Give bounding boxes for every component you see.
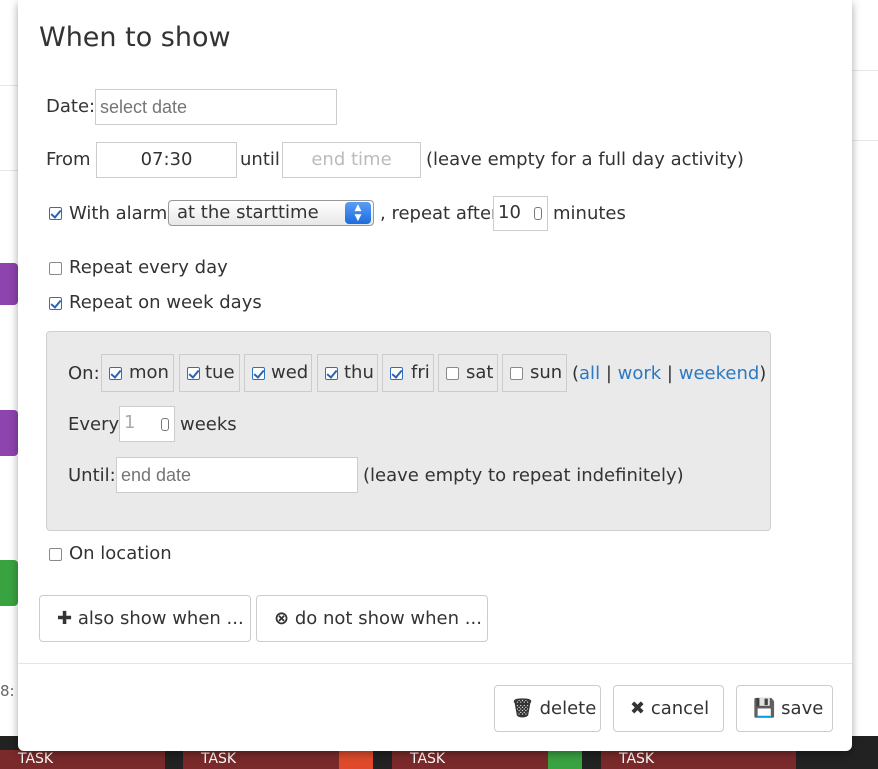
repeat-week-days-checkbox[interactable] [49, 297, 62, 310]
delete-label: delete [539, 698, 597, 719]
start-time-input[interactable]: 07:30 [96, 142, 237, 178]
background-task-bar: TASK [0, 750, 165, 769]
cancel-button[interactable]: ✖ cancel [613, 685, 724, 732]
alarm-checkbox[interactable] [49, 207, 62, 220]
day-checkbox[interactable] [252, 367, 265, 380]
when-to-show-dialog: When to show Date: From 07:30 until end … [18, 0, 852, 751]
do-not-show-when-button[interactable]: ⊗ do not show when ... [256, 595, 488, 642]
preset-weekend-link[interactable]: weekend [679, 363, 760, 384]
also-show-label: also show when ... [77, 608, 244, 629]
footer-divider [18, 663, 852, 664]
day-checkbox[interactable] [325, 367, 338, 380]
repeat-week-days-label: Repeat on week days [69, 292, 262, 313]
day-label: mon [129, 362, 169, 383]
close-icon: ✖ [630, 698, 646, 719]
times-circle-icon: ⊗ [274, 608, 290, 629]
day-toggle-sun[interactable]: sun [502, 354, 567, 392]
background-page-right [852, 0, 878, 769]
day-label: wed [271, 362, 309, 383]
paren: ) [759, 363, 767, 384]
floppy-disk-icon: 💾 [753, 698, 776, 719]
from-label: From [46, 149, 91, 170]
background-event-tab [0, 410, 18, 456]
every-weeks-input[interactable]: 1 [119, 406, 175, 442]
stepper-icon[interactable] [534, 207, 542, 220]
until-date-label: Until: [68, 465, 116, 486]
day-checkbox[interactable] [446, 367, 459, 380]
also-show-when-button[interactable]: ✚ also show when ... [39, 595, 251, 642]
do-not-show-label: do not show when ... [294, 608, 482, 629]
on-label: On: [68, 363, 100, 384]
dialog-title: When to show [39, 22, 231, 53]
end-time-input[interactable]: end time [282, 142, 421, 178]
stepper-icon[interactable] [161, 418, 169, 431]
background-time-fragment: 8: [0, 682, 15, 700]
day-toggle-tue[interactable]: tue [179, 354, 240, 392]
background-divider [0, 170, 18, 171]
full-day-hint: (leave empty for a full day activity) [426, 149, 744, 170]
every-label: Every [68, 414, 120, 435]
separator: | [605, 363, 612, 384]
weekday-repeat-panel: On: mon tue wed thu fri sat sun (all | w… [46, 331, 771, 531]
day-toggle-fri[interactable]: fri [382, 354, 434, 392]
until-label: until [240, 149, 280, 170]
repeat-every-day-checkbox[interactable] [49, 262, 62, 275]
day-label: sat [466, 362, 494, 383]
on-location-label: On location [69, 543, 172, 564]
day-label: thu [344, 362, 374, 383]
day-preset-links: (all | work | weekend) [572, 363, 766, 384]
day-checkbox[interactable] [109, 367, 122, 380]
background-divider [852, 70, 878, 71]
paren: ( [572, 363, 580, 384]
every-weeks-value: 1 [124, 412, 136, 433]
background-task-bar: TASK [601, 750, 796, 769]
day-label: tue [205, 362, 235, 383]
background-task-bar: TASK [183, 750, 373, 769]
day-checkbox[interactable] [510, 367, 523, 380]
day-label: sun [530, 362, 563, 383]
trash-icon: 🗑 [511, 698, 534, 719]
cancel-label: cancel [650, 698, 710, 719]
alarm-label: With alarm [69, 203, 168, 224]
preset-work-link[interactable]: work [618, 363, 662, 384]
until-date-input[interactable] [116, 457, 358, 493]
repeat-after-label: , repeat after [380, 203, 499, 224]
background-divider [852, 140, 878, 141]
day-checkbox[interactable] [390, 367, 403, 380]
day-checkbox[interactable] [187, 367, 200, 380]
background-page-left [0, 0, 18, 769]
preset-all-link[interactable]: all [579, 363, 600, 384]
day-toggle-thu[interactable]: thu [317, 354, 378, 392]
date-label: Date: [46, 96, 96, 117]
plus-icon: ✚ [57, 608, 73, 629]
date-input[interactable] [95, 89, 337, 125]
until-hint: (leave empty to repeat indefinitely) [363, 465, 684, 486]
day-toggle-wed[interactable]: wed [244, 354, 312, 392]
delete-button[interactable]: 🗑 delete [494, 685, 601, 732]
minutes-label: minutes [553, 203, 626, 224]
weeks-label: weeks [180, 414, 237, 435]
on-location-checkbox[interactable] [49, 548, 62, 561]
save-label: save [781, 698, 824, 719]
alarm-timing-select[interactable]: at the starttime ▲ ▼ [168, 200, 374, 226]
background-event-tab [0, 263, 18, 305]
day-label: fri [411, 362, 430, 383]
alarm-repeat-value: 10 [498, 202, 521, 223]
background-event-tab [0, 560, 18, 606]
repeat-every-day-label: Repeat every day [69, 257, 228, 278]
background-divider [0, 85, 18, 86]
day-toggle-mon[interactable]: mon [101, 354, 174, 392]
day-toggle-sat[interactable]: sat [438, 354, 498, 392]
alarm-repeat-minutes-input[interactable]: 10 [493, 196, 548, 231]
save-button[interactable]: 💾 save [736, 685, 833, 732]
background-task-bar: TASK [392, 750, 582, 769]
select-arrows-icon: ▲ ▼ [345, 202, 371, 224]
separator: | [666, 363, 673, 384]
alarm-select-value: at the starttime [177, 202, 319, 223]
